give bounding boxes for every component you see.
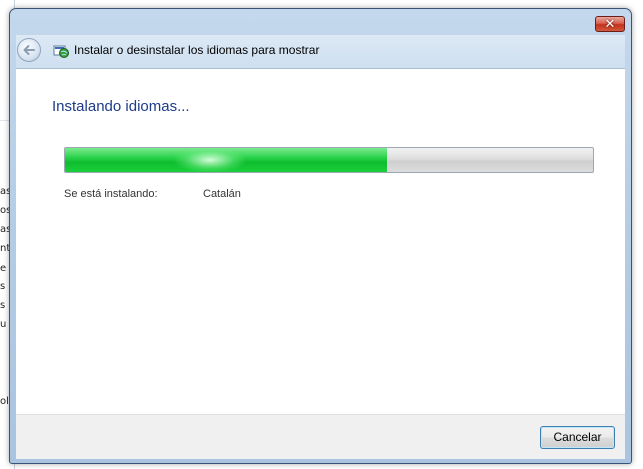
navigation-bar: Instalar o desinstalar los idiomas para …	[16, 35, 625, 68]
cancel-button[interactable]: Cancelar	[540, 426, 615, 449]
content-pane: Instalando idiomas... Se está instalando…	[16, 68, 625, 415]
close-button[interactable]: ✕	[595, 16, 625, 32]
language-install-dialog: ✕ Instalar o desinstalar los idiomas par…	[9, 8, 632, 464]
back-button[interactable]	[17, 38, 41, 62]
status-label: Se está instalando:	[64, 188, 158, 200]
dialog-title: Instalar o desinstalar los idiomas para …	[74, 43, 320, 57]
install-progress-bar	[64, 147, 594, 173]
progress-glow	[175, 148, 245, 172]
progress-fill	[65, 148, 388, 172]
dialog-footer: Cancelar	[16, 414, 625, 459]
close-icon: ✕	[604, 16, 616, 32]
page-heading: Instalando idiomas...	[52, 98, 190, 115]
language-globe-icon	[53, 45, 69, 58]
status-value: Catalán	[203, 188, 241, 200]
back-arrow-icon	[23, 45, 35, 55]
